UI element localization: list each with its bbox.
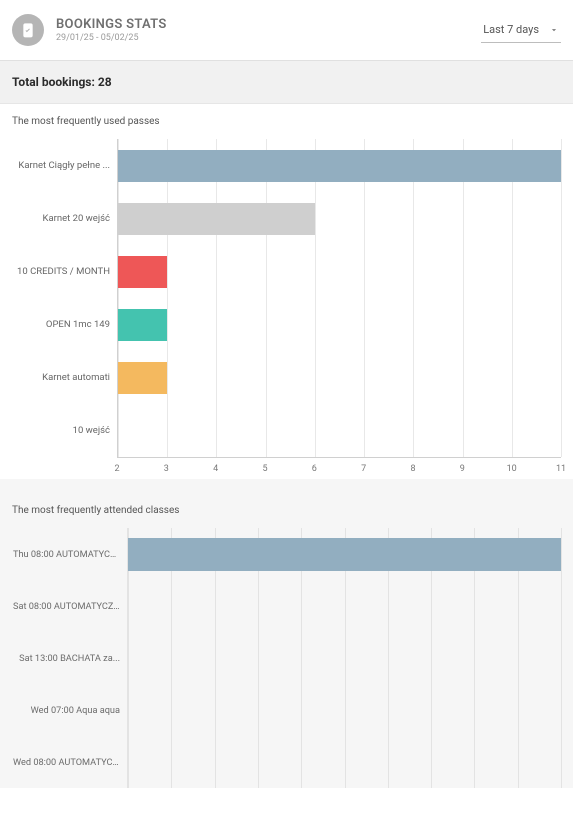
bar-row: Sat 08:00 AUTOMATYCZ...	[128, 580, 561, 632]
page-title: BOOKINGS STATS	[56, 17, 481, 32]
bar	[118, 362, 167, 394]
bar-row: Karnet automati	[118, 351, 561, 404]
bar-row: Wed 07:00 Aqua aqua	[128, 684, 561, 736]
chart1-title: The most frequently used passes	[12, 116, 561, 127]
x-tick: 10	[507, 464, 517, 474]
x-tick: 3	[164, 464, 169, 474]
title-block: BOOKINGS STATS 29/01/25 - 05/02/25	[56, 17, 481, 43]
bar-label: Karnet Ciągły pełne ...	[13, 160, 118, 171]
bar-label: Wed 07:00 Aqua aqua	[13, 705, 128, 716]
x-tick: 2	[114, 464, 119, 474]
chart-classes-section: The most frequently attended classes Thu…	[0, 479, 573, 788]
chart-passes: Karnet Ciągły pełne ...Karnet 20 wejść10…	[12, 139, 561, 479]
bar	[118, 150, 561, 182]
x-tick: 6	[312, 464, 317, 474]
chart-classes: Thu 08:00 AUTOMATYCZ...Sat 08:00 AUTOMAT…	[12, 528, 561, 788]
bar	[118, 309, 167, 341]
x-tick: 5	[262, 464, 267, 474]
bar	[128, 538, 561, 571]
chart2-title: The most frequently attended classes	[12, 491, 561, 528]
total-bookings-bar: Total bookings: 28	[0, 61, 573, 104]
bookings-icon	[12, 14, 44, 46]
bar-label: Sat 13:00 BACHATA za...	[13, 653, 128, 664]
bar-row: Karnet 20 wejść	[118, 192, 561, 245]
x-tick: 11	[556, 464, 566, 474]
bar-label: Wed 08:00 AUTOMATYCZ...	[13, 757, 128, 768]
total-label: Total bookings:	[12, 75, 95, 89]
bar-row: 10 CREDITS / MONTH	[118, 245, 561, 298]
bar-row: Sat 13:00 BACHATA za...	[128, 632, 561, 684]
x-tick: 4	[213, 464, 218, 474]
date-range: 29/01/25 - 05/02/25	[56, 33, 481, 43]
x-tick: 9	[460, 464, 465, 474]
bar-row: Thu 08:00 AUTOMATYCZ...	[128, 528, 561, 580]
range-selector-label: Last 7 days	[483, 23, 539, 36]
x-tick: 8	[410, 464, 415, 474]
bar-row: Wed 08:00 AUTOMATYCZ...	[128, 736, 561, 788]
bar-label: Karnet automati	[13, 372, 118, 383]
bar-row: Karnet Ciągły pełne ...	[118, 139, 561, 192]
bar-label: Thu 08:00 AUTOMATYCZ...	[13, 549, 128, 560]
bar-label: OPEN 1mc 149	[13, 319, 118, 330]
bar	[118, 203, 315, 235]
bar-label: 10 CREDITS / MONTH	[13, 266, 118, 277]
x-tick: 7	[361, 464, 366, 474]
range-selector[interactable]: Last 7 days	[481, 17, 561, 43]
bar	[118, 256, 167, 288]
bar-label: Karnet 20 wejść	[13, 213, 118, 224]
bar-label: Sat 08:00 AUTOMATYCZ...	[13, 601, 128, 612]
chevron-down-icon	[549, 25, 559, 35]
bar-label: 10 wejść	[13, 425, 118, 436]
bar-row: OPEN 1mc 149	[118, 298, 561, 351]
header: BOOKINGS STATS 29/01/25 - 05/02/25 Last …	[0, 0, 573, 61]
total-value: 28	[98, 75, 112, 89]
bar-row: 10 wejść	[118, 404, 561, 457]
chart-passes-section: The most frequently used passes Karnet C…	[0, 104, 573, 479]
